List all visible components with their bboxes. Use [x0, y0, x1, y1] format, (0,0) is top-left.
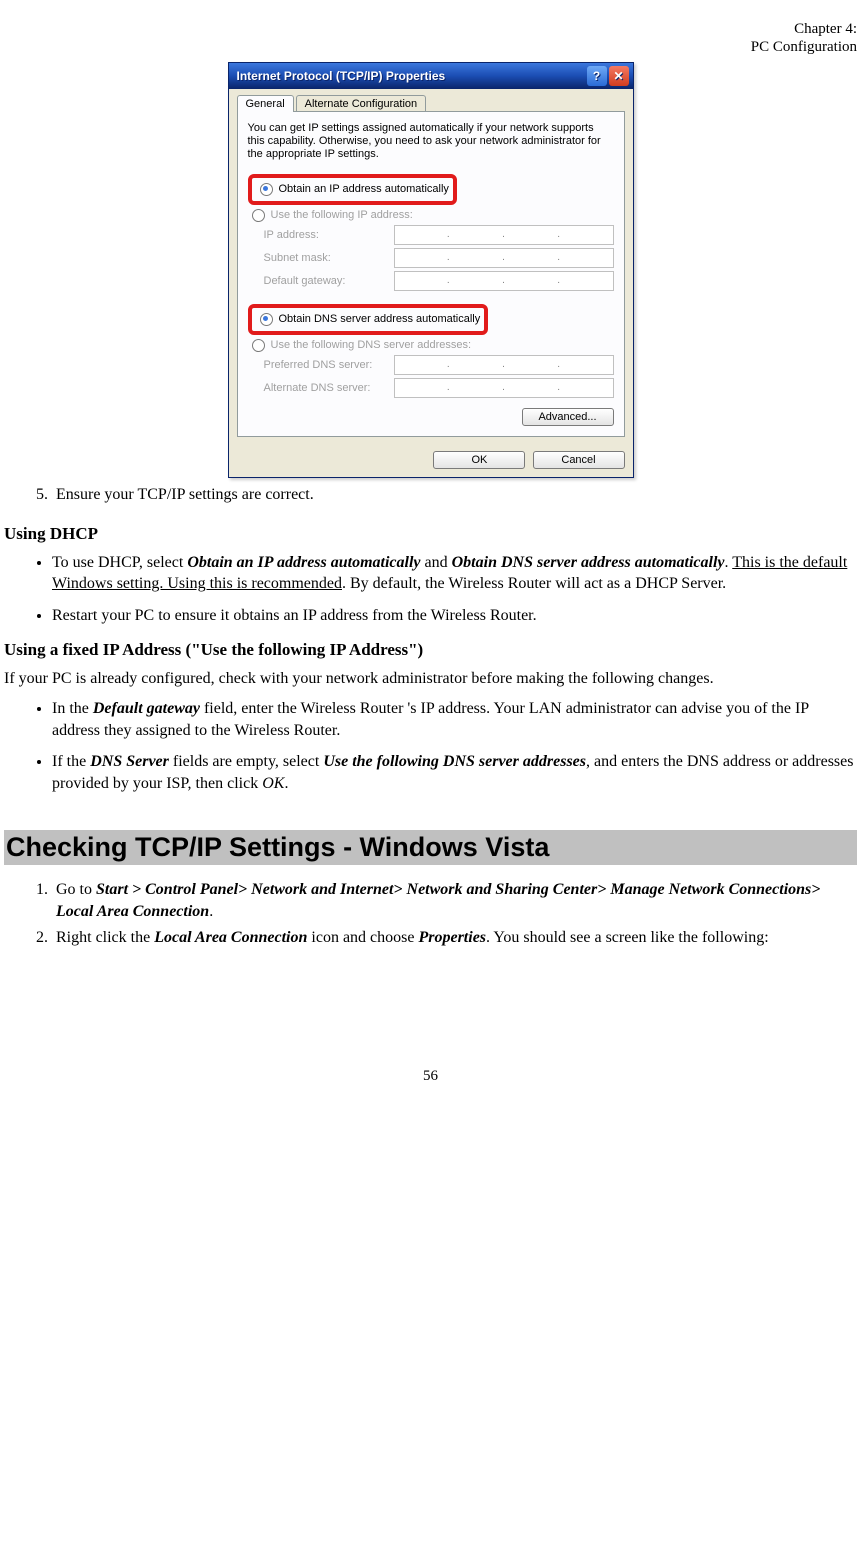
- ip-address-input[interactable]: ...: [394, 225, 614, 245]
- document-page: Chapter 4: PC Configuration Internet Pro…: [0, 0, 861, 1115]
- tab-alternate-configuration[interactable]: Alternate Configuration: [296, 95, 427, 112]
- preferred-dns-input[interactable]: ...: [394, 355, 614, 375]
- radio-obtain-ip[interactable]: Obtain an IP address automatically: [260, 183, 449, 196]
- tcpip-properties-dialog: Internet Protocol (TCP/IP) Properties ? …: [228, 62, 634, 478]
- radio-obtain-dns[interactable]: Obtain DNS server address automatically: [260, 313, 481, 326]
- radio-dot-icon: [260, 183, 273, 196]
- vista-step-1: Go to Start > Control Panel> Network and…: [52, 879, 857, 922]
- vista-step-2: Right click the Local Area Connection ic…: [52, 927, 857, 949]
- dhcp-bullet-1: To use DHCP, select Obtain an IP address…: [52, 552, 857, 595]
- cancel-button[interactable]: Cancel: [533, 451, 625, 469]
- subnet-mask-input[interactable]: ...: [394, 248, 614, 268]
- heading-using-dhcp: Using DHCP: [4, 524, 857, 544]
- dialog-title: Internet Protocol (TCP/IP) Properties: [233, 69, 585, 83]
- highlight-obtain-dns: Obtain DNS server address automatically: [248, 304, 489, 335]
- heading-fixed-ip: Using a fixed IP Address ("Use the follo…: [4, 640, 857, 660]
- highlight-obtain-ip: Obtain an IP address automatically: [248, 174, 457, 205]
- label-subnet-mask: Subnet mask:: [248, 252, 394, 264]
- radio-use-dns[interactable]: Use the following DNS server addresses:: [252, 339, 614, 352]
- close-button[interactable]: ✕: [609, 66, 629, 86]
- radio-dot-icon: [252, 339, 265, 352]
- dhcp-bullet-2: Restart your PC to ensure it obtains an …: [52, 605, 857, 627]
- section-heading-vista: Checking TCP/IP Settings - Windows Vista: [4, 830, 857, 865]
- radio-use-dns-label: Use the following DNS server addresses:: [271, 339, 472, 351]
- general-tab-pane: You can get IP settings assigned automat…: [237, 111, 625, 437]
- fixed-bullets: In the Default gateway field, enter the …: [4, 698, 857, 794]
- radio-obtain-dns-label: Obtain DNS server address automatically: [279, 313, 481, 325]
- step-5: Ensure your TCP/IP settings are correct.: [52, 486, 857, 504]
- fixed-intro: If your PC is already configured, check …: [4, 668, 857, 690]
- radio-use-ip-label: Use the following IP address:: [271, 209, 413, 221]
- page-number: 56: [4, 1068, 857, 1085]
- default-gateway-input[interactable]: ...: [394, 271, 614, 291]
- alternate-dns-input[interactable]: ...: [394, 378, 614, 398]
- fixed-bullet-2: If the DNS Server fields are empty, sele…: [52, 751, 857, 794]
- advanced-button[interactable]: Advanced...: [522, 408, 614, 426]
- tab-general[interactable]: General: [237, 95, 294, 112]
- header-line-1: Chapter 4:: [794, 21, 857, 37]
- radio-use-ip[interactable]: Use the following IP address:: [252, 209, 614, 222]
- fixed-bullet-1: In the Default gateway field, enter the …: [52, 698, 857, 741]
- ok-button[interactable]: OK: [433, 451, 525, 469]
- page-header: Chapter 4: PC Configuration: [4, 20, 857, 56]
- label-default-gateway: Default gateway:: [248, 275, 394, 287]
- radio-dot-icon: [260, 313, 273, 326]
- radio-dot-icon: [252, 209, 265, 222]
- dialog-intro-text: You can get IP settings assigned automat…: [248, 122, 614, 162]
- ordered-list-step5: Ensure your TCP/IP settings are correct.: [4, 486, 857, 504]
- label-alternate-dns: Alternate DNS server:: [248, 382, 394, 394]
- help-button[interactable]: ?: [587, 66, 607, 86]
- label-ip-address: IP address:: [248, 229, 394, 241]
- dialog-titlebar: Internet Protocol (TCP/IP) Properties ? …: [229, 63, 633, 89]
- vista-steps: Go to Start > Control Panel> Network and…: [4, 879, 857, 948]
- header-line-2: PC Configuration: [751, 39, 857, 55]
- radio-obtain-ip-label: Obtain an IP address automatically: [279, 183, 449, 195]
- dhcp-bullets: To use DHCP, select Obtain an IP address…: [4, 552, 857, 627]
- label-preferred-dns: Preferred DNS server:: [248, 359, 394, 371]
